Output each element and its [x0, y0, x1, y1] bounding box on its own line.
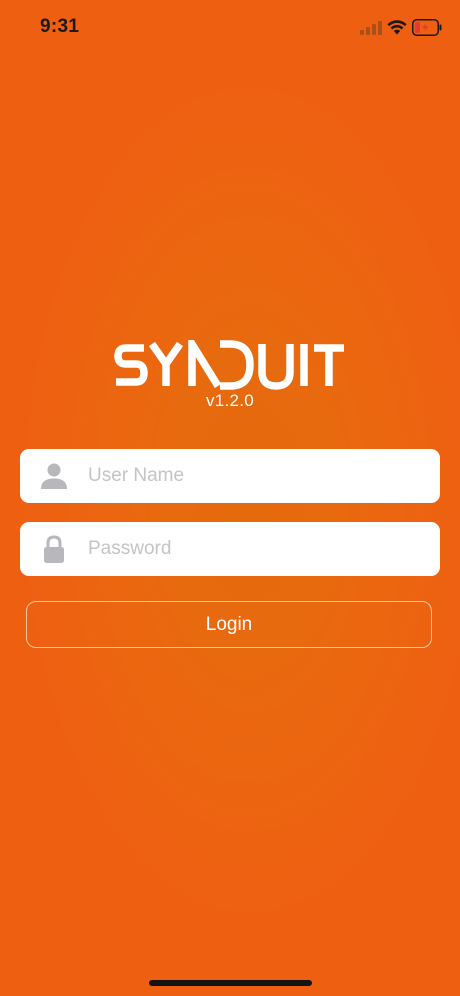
status-bar: 9:31	[0, 0, 460, 56]
user-icon	[41, 463, 67, 489]
login-button-label: Login	[205, 613, 253, 635]
wifi-icon	[387, 20, 407, 35]
status-time: 9:31	[40, 16, 80, 37]
login-screen: 9:31 v1.2.0 User Name Login	[0, 0, 460, 996]
password-input[interactable]	[88, 522, 428, 576]
login-button[interactable]: Login	[26, 601, 432, 648]
home-indicator[interactable]	[149, 980, 312, 986]
app-version: v1.2.0	[205, 391, 255, 410]
password-field[interactable]	[20, 522, 440, 576]
cellular-signal-icon	[360, 21, 382, 35]
battery-charging-icon	[412, 19, 442, 36]
lock-icon	[44, 535, 64, 563]
username-input[interactable]	[88, 449, 428, 503]
synduit-logo	[114, 340, 344, 390]
username-field[interactable]	[20, 449, 440, 503]
